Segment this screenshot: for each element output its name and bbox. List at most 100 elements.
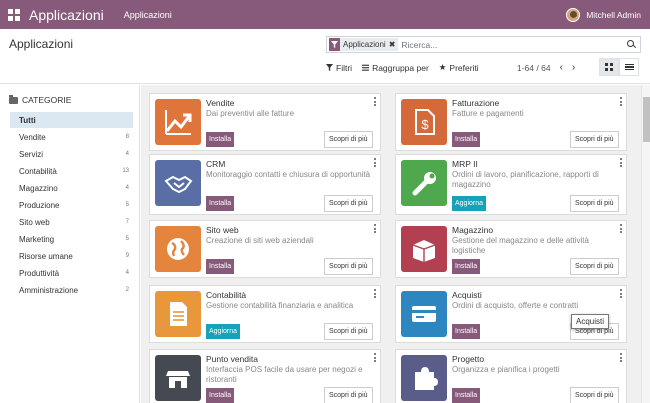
app-card-contabilità[interactable]: Contabilità Gestione contabilità finanzia… (149, 285, 381, 343)
app-description: Monitoraggio contatti e chiusura di oppo… (206, 170, 371, 179)
learn-more-button[interactable]: Scopri di più (570, 195, 619, 212)
app-card-fatturazione[interactable]: $ Fatturazione Fatture e pagamenti Installa… (395, 93, 627, 151)
sidebar-item-label: Risorse umane (19, 251, 73, 261)
user-menu[interactable]: Mitchell Admin (566, 7, 641, 22)
apps-menu-icon[interactable] (8, 8, 20, 21)
kebab-menu-icon[interactable] (620, 289, 623, 298)
sidebar-item-vendite[interactable]: Vendite 8 (10, 129, 133, 145)
sidebar-item-risorse-umane[interactable]: Risorse umane 9 (10, 248, 133, 264)
app-card-vendite[interactable]: Vendite Dai preventivi alle fatture Instal… (149, 93, 381, 151)
app-title: Fatturazione (452, 98, 500, 108)
install-button[interactable]: Installa (452, 324, 481, 339)
learn-more-button[interactable]: Scopri di più (324, 131, 373, 148)
facet-label: Applicazioni (343, 40, 386, 49)
svg-text:$: $ (421, 117, 429, 132)
sidebar-item-count: 9 (125, 253, 129, 259)
folder-icon (9, 94, 18, 104)
app-title: Progetto (452, 354, 485, 364)
app-card-crm[interactable]: CRM Monitoraggio contatti e chiusura di o… (149, 154, 381, 215)
learn-more-button[interactable]: Scopri di più (570, 387, 619, 403)
learn-more-button[interactable]: Scopri di più (324, 323, 373, 340)
learn-more-button[interactable]: Scopri di più (324, 387, 373, 403)
user-name: Mitchell Admin (586, 9, 641, 20)
sidebar-item-sito-web[interactable]: Sito web 7 (10, 214, 133, 230)
learn-more-button[interactable]: Scopri di più (570, 131, 619, 148)
install-button[interactable]: Installa (206, 388, 235, 403)
sidebar-item-produttività[interactable]: Produttività 4 (10, 265, 133, 281)
close-icon[interactable]: ✖ (389, 40, 399, 49)
kebab-menu-icon[interactable] (374, 224, 377, 233)
sidebar-item-amministrazione[interactable]: Amministrazione 2 (10, 282, 133, 298)
sidebar-item-count: 4 (125, 185, 129, 191)
favorites-button[interactable]: ★ Preferiti (439, 62, 479, 73)
filters-button[interactable]: Filtri (326, 62, 352, 73)
install-button[interactable]: Installa (452, 132, 481, 147)
menu-item-applicazioni[interactable]: Applicazioni (124, 10, 172, 20)
kebab-menu-icon[interactable] (620, 353, 623, 362)
groupby-label: Raggruppa per (372, 62, 429, 73)
list-view-button[interactable] (619, 58, 639, 76)
app-description: Interfaccia POS facile da usare per nego… (206, 365, 363, 384)
app-description: Dai preventivi alle fatture (206, 109, 295, 118)
sidebar-item-count: 4 (125, 151, 129, 157)
scrollbar[interactable] (641, 85, 650, 403)
scroll-thumb[interactable] (643, 97, 650, 142)
app-description: Gestione del magazzino e delle attività … (452, 236, 589, 255)
sidebar-item-label: Produttività (19, 268, 60, 278)
chevron-right-icon[interactable]: › (572, 62, 575, 73)
learn-more-button[interactable]: Scopri di più (324, 195, 373, 212)
kebab-menu-icon[interactable] (620, 224, 623, 233)
kanban-view-button[interactable] (599, 58, 619, 76)
pager-value[interactable]: 1-64 / 64 (517, 63, 551, 73)
kebab-menu-icon[interactable] (620, 158, 623, 167)
sidebar-item-label: Amministrazione (19, 285, 79, 295)
chart-trend-icon (155, 99, 201, 145)
sidebar-item-produzione[interactable]: Produzione 5 (10, 197, 133, 213)
brand-title[interactable]: Applicazioni (29, 7, 104, 23)
search-icon[interactable] (627, 40, 636, 49)
update-button[interactable]: Aggiorna (452, 196, 487, 211)
sidebar-heading: CATEGORIE (9, 94, 72, 105)
search-facet: Applicazioni ✖ (329, 38, 399, 51)
app-description: Ordini di lavoro, pianificazione, rappor… (452, 170, 599, 189)
app-card-mrp-ii[interactable]: MRP II Ordini di lavoro, pianificazione, … (395, 154, 627, 215)
filter-icon (329, 38, 340, 51)
search-options: Filtri Raggruppa per ★ Preferiti (326, 62, 479, 73)
app-card-magazzino[interactable]: Magazzino Gestione del magazzino e delle … (395, 220, 627, 278)
install-button[interactable]: Installa (206, 196, 235, 211)
kebab-menu-icon[interactable] (374, 289, 377, 298)
app-card-punto-vendita[interactable]: Punto vendita Interfaccia POS facile da u… (149, 349, 381, 403)
app-title: CRM (206, 159, 226, 169)
kebab-menu-icon[interactable] (374, 158, 377, 167)
sidebar-item-magazzino[interactable]: Magazzino 4 (10, 180, 133, 196)
sidebar-item-contabilità[interactable]: Contabilità 13 (10, 163, 133, 179)
page-title: Applicazioni (9, 37, 74, 51)
groupby-button[interactable]: Raggruppa per (362, 62, 429, 73)
kebab-menu-icon[interactable] (374, 353, 377, 362)
tooltip: Acquisti (571, 314, 610, 329)
sidebar-item-servizi[interactable]: Servizi 4 (10, 146, 133, 162)
install-button[interactable]: Installa (206, 132, 235, 147)
install-button[interactable]: Installa (452, 259, 481, 274)
app-card-progetto[interactable]: Progetto Organizza e pianifica i progetti… (395, 349, 627, 403)
learn-more-button[interactable]: Scopri di più (324, 258, 373, 275)
handshake-icon (155, 160, 201, 206)
sidebar-item-marketing[interactable]: Marketing 5 (10, 231, 133, 247)
app-card-sito-web[interactable]: Sito web Creazione di siti web aziendali I… (149, 220, 381, 278)
install-button[interactable]: Installa (206, 259, 235, 274)
sidebar-item-label: Vendite (19, 132, 46, 142)
search-input[interactable] (401, 39, 602, 50)
star-icon: ★ (438, 62, 447, 72)
learn-more-button[interactable]: Scopri di più (570, 258, 619, 275)
kebab-menu-icon[interactable] (374, 97, 377, 106)
filters-label: Filtri (336, 62, 353, 73)
app-description: Organizza e pianifica i progetti (452, 365, 560, 374)
sidebar-heading-label: CATEGORIE (22, 95, 72, 105)
update-button[interactable]: Aggiorna (206, 324, 241, 339)
chevron-left-icon[interactable]: ‹ (560, 62, 563, 73)
sidebar-item-tutti[interactable]: Tutti (10, 112, 133, 128)
search-bar: Applicazioni ✖ (326, 36, 641, 53)
kebab-menu-icon[interactable] (620, 97, 623, 106)
install-button[interactable]: Installa (452, 388, 481, 403)
app-title: MRP II (452, 159, 478, 169)
